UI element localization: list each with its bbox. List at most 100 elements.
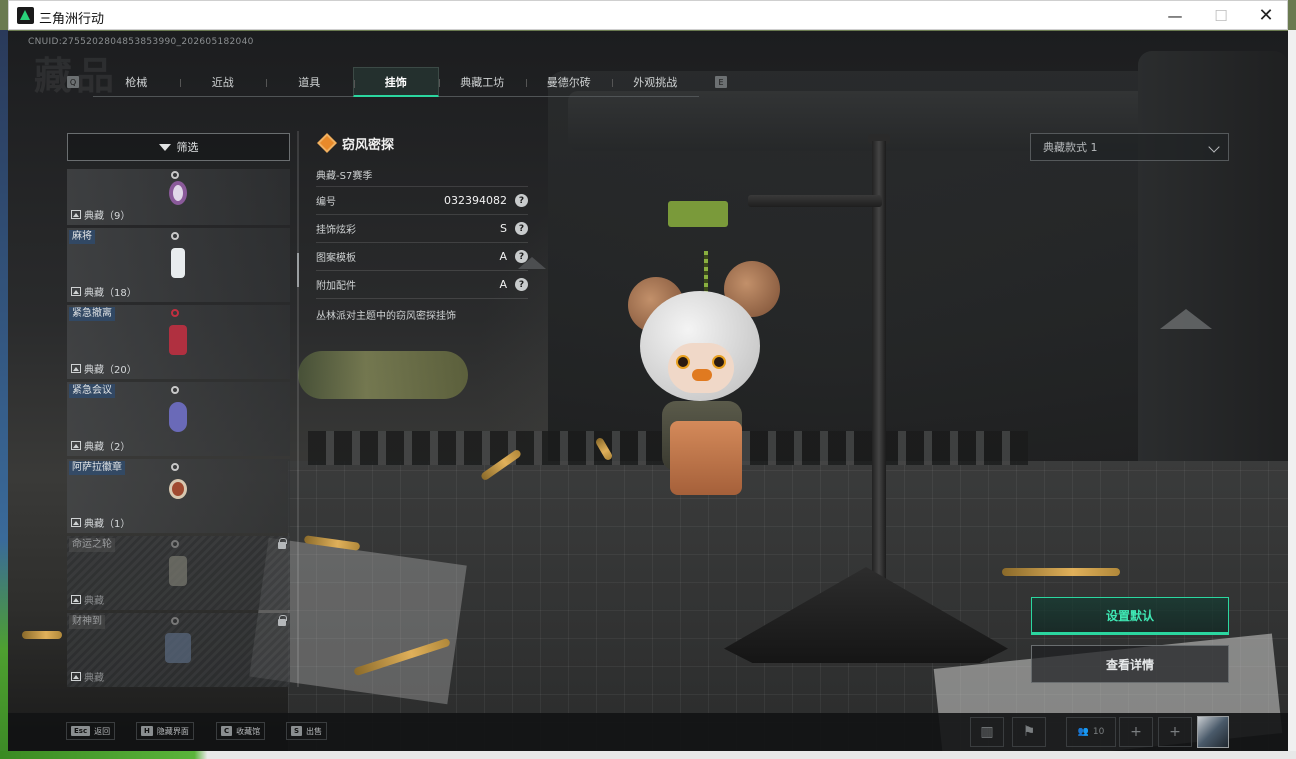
add-slot-button[interactable]: + <box>1158 717 1192 747</box>
prev-tab-key[interactable]: Q <box>67 76 79 88</box>
item-count: 典藏（2） <box>71 438 130 453</box>
charm-thumbnail <box>167 463 189 521</box>
set-default-button[interactable]: 设置默认 <box>1031 597 1229 635</box>
charm-face <box>668 343 734 393</box>
lock-icon <box>278 538 287 549</box>
charm-thumbnail <box>165 617 191 675</box>
tab-charms[interactable]: 挂饰 <box>352 67 439 97</box>
charm-thumbnail <box>167 540 189 598</box>
pendant-icon <box>169 479 187 499</box>
help-icon[interactable]: ? <box>515 250 528 263</box>
ring-icon <box>171 386 179 394</box>
close-button[interactable]: ✕ <box>1243 1 1289 30</box>
tab-collection-workshop[interactable]: 典藏工坊 <box>439 67 526 97</box>
scrollbar-thumb[interactable] <box>297 253 299 287</box>
list-item[interactable]: 紧急撤离 典藏（20） <box>67 305 290 379</box>
charm-title: 窃风密探 <box>316 131 528 155</box>
game-viewport: CNUID:2755202804853853990_202605182040 藏… <box>8 31 1288 751</box>
item-tag: 麻将 <box>69 230 95 244</box>
help-icon[interactable]: ? <box>515 222 528 235</box>
style-dropdown-value: 典藏款式 1 <box>1043 141 1098 154</box>
filter-icon <box>158 143 171 151</box>
next-tab-key[interactable]: E <box>715 76 727 88</box>
view-details-button[interactable]: 查看详情 <box>1031 645 1229 683</box>
style-dropdown[interactable]: 典藏款式 1 <box>1030 133 1229 161</box>
charm-jerrycan <box>670 421 742 495</box>
image-icon <box>71 672 81 681</box>
help-icon[interactable]: ? <box>515 194 528 207</box>
list-scrollbar[interactable] <box>297 131 299 687</box>
hint-back[interactable]: Esc 返回 <box>66 722 116 740</box>
item-tag: 命运之轮 <box>69 538 115 552</box>
stand-arm <box>748 195 882 207</box>
item-count: 典藏 <box>71 592 104 607</box>
tab-mandel-brick[interactable]: 曼德尔砖 <box>525 67 613 97</box>
charm-thumbnail <box>167 232 189 290</box>
desktop-background-right <box>1288 30 1296 759</box>
window-title: 三角洲行动 <box>39 12 105 27</box>
friends-button[interactable]: 👥 10 <box>1066 717 1116 747</box>
pendant-icon <box>171 248 185 278</box>
hint-hide-ui[interactable]: H 隐藏界面 <box>136 722 194 740</box>
help-icon[interactable]: ? <box>515 278 528 291</box>
charm-info-panel: 窃风密探 典藏-S7赛季 编号 032394082? 挂饰炫彩 S? 图案模板 … <box>316 131 528 322</box>
hint-collection[interactable]: C 收藏馆 <box>216 722 266 740</box>
info-row-serial: 编号 032394082? <box>316 187 528 215</box>
info-row-color: 挂饰炫彩 S? <box>316 215 528 243</box>
image-icon <box>71 518 81 527</box>
bottom-bar: Esc 返回 H 隐藏界面 C 收藏馆 S 出售 ▥ ⚑ 👥 10 + + <box>8 713 1288 751</box>
hint-sell[interactable]: S 出售 <box>286 722 328 740</box>
tab-guns[interactable]: 枪械 <box>93 67 180 97</box>
stand-pole <box>872 141 886 611</box>
tab-melee[interactable]: 近战 <box>179 67 267 97</box>
charm-name: 窃风密探 <box>342 137 395 153</box>
rarity-diamond-icon <box>317 133 337 153</box>
add-slot-button[interactable]: + <box>1119 717 1153 747</box>
image-icon <box>71 364 81 373</box>
chevron-down-icon <box>1208 141 1220 153</box>
ring-icon <box>171 463 179 471</box>
charm-thumbnail <box>167 386 189 444</box>
item-count: 典藏（20） <box>71 361 137 376</box>
image-icon <box>71 441 81 450</box>
ring-icon <box>171 232 179 240</box>
ring-icon <box>171 171 179 179</box>
filter-button[interactable]: 筛选 <box>67 133 290 161</box>
lock-icon <box>278 615 287 626</box>
friends-icon: 👥 <box>1077 727 1089 737</box>
list-item[interactable]: 阿萨拉徽章 典藏（1） <box>67 459 290 533</box>
scene-bullet <box>22 631 62 639</box>
list-item[interactable]: 典藏（9） <box>67 169 290 225</box>
item-tag: 财神到 <box>69 615 105 629</box>
pendant-icon <box>169 325 187 355</box>
tab-props[interactable]: 道具 <box>266 67 353 97</box>
list-item[interactable]: 紧急会议 典藏（2） <box>67 382 290 456</box>
charm-thumbnail <box>167 309 189 367</box>
charm-eye <box>676 355 690 369</box>
image-icon <box>71 287 81 296</box>
maximize-button[interactable]: ☐ <box>1198 1 1244 30</box>
category-tabs: 枪械 近战 道具 挂饰 典藏工坊 曼德尔砖 外观挑战 <box>93 67 699 97</box>
charm-beak <box>692 369 712 381</box>
list-item-locked[interactable]: 财神到 典藏 <box>67 613 290 687</box>
item-count: 典藏（1） <box>71 515 130 530</box>
ring-icon <box>171 617 179 625</box>
charm-description: 丛林派对主题中的窃风密探挂饰 <box>316 311 456 322</box>
desktop-background-left <box>0 30 8 759</box>
stats-icon[interactable]: ▥ <box>970 717 1004 747</box>
image-icon <box>71 595 81 604</box>
list-item[interactable]: 麻将 典藏（18） <box>67 228 290 302</box>
info-row-pattern: 图案模板 A? <box>316 243 528 271</box>
list-item-locked[interactable]: 命运之轮 典藏 <box>67 536 290 610</box>
tab-appearance-challenge[interactable]: 外观挑战 <box>612 67 699 97</box>
item-count: 典藏（18） <box>71 284 137 299</box>
pendant-icon <box>169 402 187 432</box>
flag-icon[interactable]: ⚑ <box>1012 717 1046 747</box>
charm-thumbnail <box>167 171 189 229</box>
minimize-button[interactable]: — <box>1152 1 1198 30</box>
desktop-taskbar-strip <box>0 751 1296 759</box>
app-logo-icon <box>17 7 34 24</box>
charm-figure[interactable] <box>628 251 788 501</box>
avatar[interactable] <box>1197 716 1229 748</box>
filter-label: 筛选 <box>176 141 199 154</box>
